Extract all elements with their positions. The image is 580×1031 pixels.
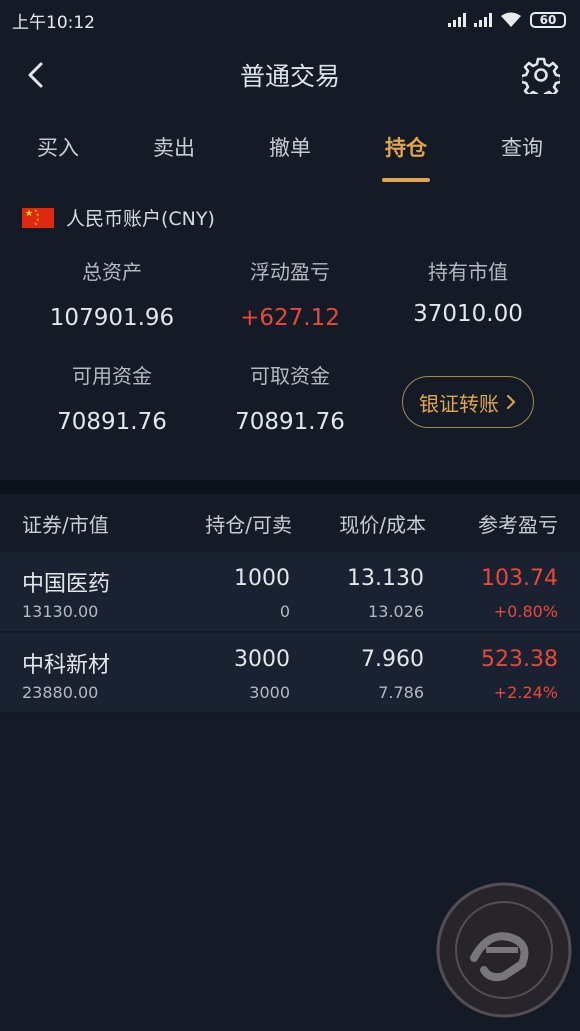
header-pnl: 参考盈亏: [478, 512, 558, 537]
cost-price: 13.026: [368, 602, 424, 621]
section-divider: [0, 480, 580, 494]
table-row[interactable]: 中科新材 23880.00 3000 3000 7.960 7.786 523.…: [0, 633, 580, 713]
available-funds-value: 70891.76: [57, 409, 167, 435]
chevron-right-icon: [507, 395, 516, 409]
cost-price: 7.786: [378, 683, 424, 702]
total-assets-label: 总资产: [82, 260, 142, 284]
cellular-signal-icon: [448, 13, 466, 27]
header-position: 持仓/可卖: [205, 512, 292, 537]
status-bar: 上午10:12 60: [0, 0, 580, 40]
tab-buy[interactable]: 买入: [0, 120, 116, 184]
floating-pnl-label: 浮动盈亏: [250, 260, 330, 284]
security-name: 中国医药: [22, 572, 111, 597]
position-qty: 1000: [234, 566, 290, 591]
tab-sell[interactable]: 卖出: [116, 120, 232, 184]
battery-level: 60: [539, 13, 557, 27]
table-row[interactable]: 中国医药 13130.00 1000 0 13.130 13.026 103.7…: [0, 552, 580, 632]
trade-tabs: 买入 卖出 撤单 持仓 查询: [0, 120, 580, 184]
sellable-qty: 3000: [249, 683, 290, 702]
market-value: 持有市值 37010.00: [378, 256, 558, 327]
header-price: 现价/成本: [339, 512, 426, 537]
status-time: 上午10:12: [12, 12, 95, 33]
positions-table-header: 证券/市值 持仓/可卖 现价/成本 参考盈亏: [0, 494, 580, 552]
header-security: 证券/市值: [22, 512, 109, 537]
available-funds: 可用资金 70891.76: [22, 360, 202, 435]
floating-pnl-value: +627.12: [240, 305, 340, 331]
position-qty: 3000: [234, 647, 290, 672]
withdrawable-funds-value: 70891.76: [235, 409, 345, 435]
wifi-icon: [501, 12, 521, 27]
pnl-amount: 523.38: [481, 647, 558, 672]
sellable-qty: 0: [279, 602, 290, 621]
status-icons: 60: [448, 12, 566, 28]
security-market-value: 13130.00: [22, 602, 99, 621]
security-market-value: 23880.00: [22, 683, 99, 702]
tab-positions[interactable]: 持仓: [348, 120, 464, 184]
tab-query[interactable]: 查询: [464, 120, 580, 184]
security-name: 中科新材: [22, 653, 111, 678]
withdrawable-funds: 可取资金 70891.76: [200, 360, 380, 435]
withdrawable-funds-label: 可取资金: [250, 364, 330, 388]
battery-icon: 60: [530, 12, 566, 28]
pnl-amount: 103.74: [481, 566, 558, 591]
page-title: 普通交易: [239, 62, 340, 91]
current-price: 13.130: [347, 566, 424, 591]
cellular-signal-icon: [474, 13, 492, 27]
china-flag-icon: ★ ★ ★ ★ ★: [22, 207, 54, 228]
floating-pnl: 浮动盈亏 +627.12: [200, 256, 380, 331]
settings-gear-icon[interactable]: [522, 56, 560, 94]
bank-securities-transfer-button[interactable]: 银证转账: [402, 376, 534, 428]
account-label: 人民币账户(CNY): [66, 208, 215, 230]
watermark-seal-logo: [436, 882, 572, 1018]
market-value-label: 持有市值: [428, 260, 508, 284]
pnl-percent: +0.80%: [493, 602, 558, 621]
back-icon[interactable]: [22, 58, 52, 92]
total-assets-value: 107901.96: [49, 305, 175, 331]
nav-bar: 普通交易: [0, 44, 580, 106]
current-price: 7.960: [361, 647, 424, 672]
transfer-button-label: 银证转账: [419, 391, 499, 416]
pnl-percent: +2.24%: [493, 683, 558, 702]
available-funds-label: 可用资金: [72, 364, 152, 388]
tab-cancel-order[interactable]: 撤单: [232, 120, 348, 184]
total-assets: 总资产 107901.96: [22, 256, 202, 331]
account-selector: ★ ★ ★ ★ ★ 人民币账户(CNY): [22, 204, 215, 231]
market-value-value: 37010.00: [413, 301, 523, 327]
